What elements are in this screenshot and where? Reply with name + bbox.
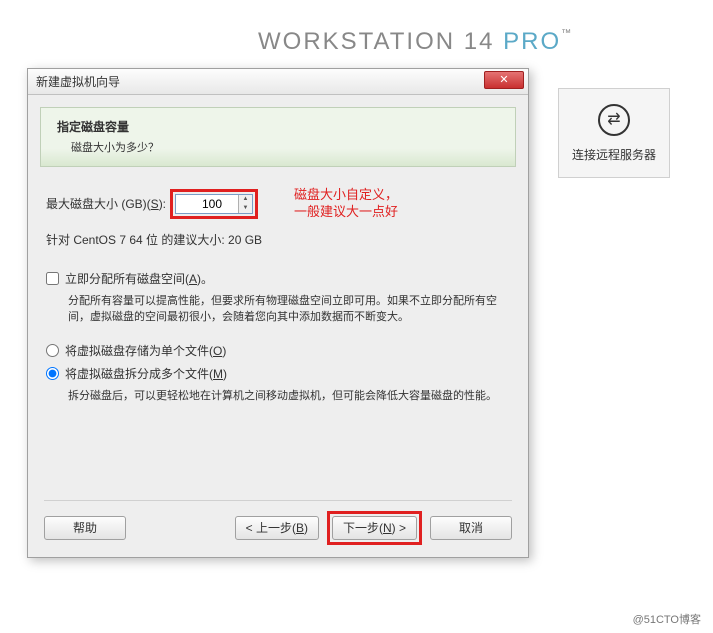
header-panel: 指定磁盘容量 磁盘大小为多少？ — [40, 107, 516, 167]
help-button[interactable]: 帮助 — [44, 516, 126, 540]
split-files-radio-row[interactable]: 将虚拟磁盘拆分成多个文件(M) — [46, 365, 510, 382]
content-area: 最大磁盘大小 (GB)(S): 100 ▲ ▼ 磁盘大小自定义， 一般建议大一点… — [28, 167, 528, 430]
disk-size-row: 最大磁盘大小 (GB)(S): 100 ▲ ▼ 磁盘大小自定义， 一般建议大一点… — [46, 187, 510, 221]
single-file-radio-row[interactable]: 将虚拟磁盘存储为单个文件(O) — [46, 342, 510, 359]
split-files-label: 将虚拟磁盘拆分成多个文件(M) — [65, 365, 227, 382]
disk-size-spinner[interactable]: 100 ▲ ▼ — [175, 194, 253, 214]
next-button-highlight: 下一步(N) > — [327, 511, 422, 545]
spinner-arrows: ▲ ▼ — [238, 195, 252, 213]
allocate-all-label: 立即分配所有磁盘空间(A)。 — [65, 270, 213, 287]
disk-size-highlight: 100 ▲ ▼ — [170, 189, 258, 219]
connect-remote-label: 连接远程服务器 — [572, 146, 656, 163]
single-file-label: 将虚拟磁盘存储为单个文件(O) — [65, 342, 226, 359]
dialog-title: 新建虚拟机向导 — [36, 73, 120, 90]
brand-pro: PRO — [503, 28, 561, 55]
watermark: @51CTO博客 — [633, 611, 701, 627]
cancel-button[interactable]: 取消 — [430, 516, 512, 540]
brand-title: WORKSTATION 14 PRO™ — [258, 28, 573, 56]
spinner-up-icon[interactable]: ▲ — [239, 195, 252, 204]
brand-name: WORKSTATION 14 — [258, 28, 503, 55]
split-files-desc: 拆分磁盘后，可以更轻松地在计算机之间移动虚拟机，但可能会降低大容量磁盘的性能。 — [46, 388, 510, 405]
connect-remote-icon: ⇄ — [598, 104, 630, 136]
disk-size-label: 最大磁盘大小 (GB)(S): — [46, 195, 166, 212]
single-file-radio[interactable] — [46, 344, 59, 357]
button-divider — [44, 500, 512, 501]
allocate-block: 立即分配所有磁盘空间(A)。 分配所有容量可以提高性能，但要求所有物理磁盘空间立… — [46, 270, 510, 326]
next-button[interactable]: 下一步(N) > — [332, 516, 417, 540]
allocate-all-desc: 分配所有容量可以提高性能，但要求所有物理磁盘空间立即可用。如果不立即分配所有空间… — [46, 293, 510, 326]
titlebar: 新建虚拟机向导 ✕ — [28, 69, 528, 95]
recommended-size-text: 针对 CentOS 7 64 位 的建议大小: 20 GB — [46, 231, 510, 248]
spinner-down-icon[interactable]: ▼ — [239, 204, 252, 213]
brand-tm: ™ — [561, 28, 573, 39]
allocate-all-checkbox-row[interactable]: 立即分配所有磁盘空间(A)。 — [46, 270, 510, 287]
back-button[interactable]: < 上一步(B) — [235, 516, 319, 540]
button-bar: 帮助 < 上一步(B) 下一步(N) > 取消 — [28, 511, 528, 545]
header-subtitle: 磁盘大小为多少？ — [57, 139, 499, 155]
split-files-radio[interactable] — [46, 367, 59, 380]
connect-remote-server-card[interactable]: ⇄ 连接远程服务器 — [558, 88, 670, 178]
annotation-text: 磁盘大小自定义， 一般建议大一点好 — [294, 187, 398, 221]
disk-size-value[interactable]: 100 — [176, 195, 238, 213]
allocate-all-checkbox[interactable] — [46, 272, 59, 285]
new-vm-wizard-dialog: 新建虚拟机向导 ✕ 指定磁盘容量 磁盘大小为多少？ 最大磁盘大小 (GB)(S)… — [27, 68, 529, 558]
header-title: 指定磁盘容量 — [57, 118, 499, 135]
store-options-block: 将虚拟磁盘存储为单个文件(O) 将虚拟磁盘拆分成多个文件(M) 拆分磁盘后，可以… — [46, 342, 510, 405]
close-button[interactable]: ✕ — [484, 71, 524, 89]
